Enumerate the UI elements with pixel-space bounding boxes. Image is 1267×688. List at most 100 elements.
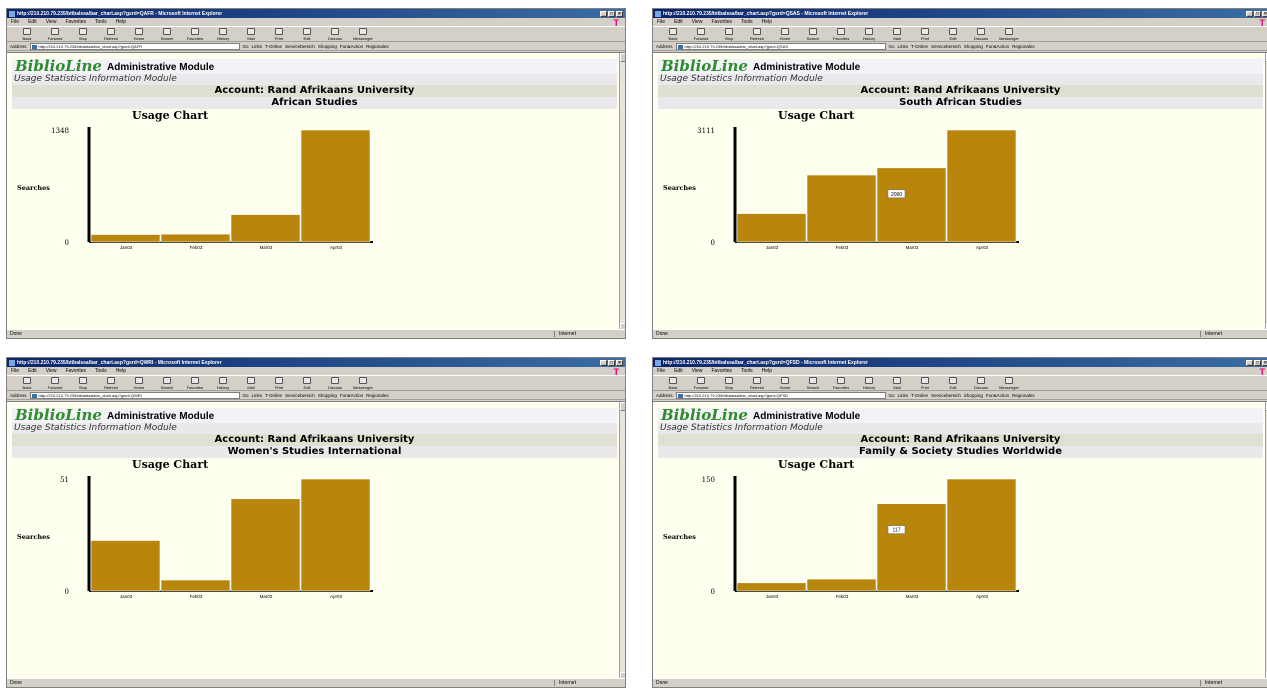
- search-button[interactable]: Search: [153, 376, 181, 390]
- go-button[interactable]: Go: [889, 44, 895, 49]
- print-button[interactable]: Print: [265, 376, 293, 390]
- go-button[interactable]: Go: [243, 393, 249, 398]
- discuss-button[interactable]: Discuss: [321, 27, 349, 41]
- refresh-button[interactable]: Refresh: [743, 27, 771, 41]
- forward-button[interactable]: Forward: [687, 376, 715, 390]
- menu-help[interactable]: Help: [116, 368, 126, 374]
- menu-edit[interactable]: Edit: [674, 19, 683, 25]
- menu-help[interactable]: Help: [762, 368, 772, 374]
- discuss-button[interactable]: Discuss: [967, 376, 995, 390]
- title-bar[interactable]: http://210.210.79.235/bitbalssa/bar_char…: [653, 9, 1267, 18]
- link-regionales[interactable]: Regionales: [366, 393, 389, 398]
- menu-file[interactable]: File: [657, 19, 665, 25]
- stop-button[interactable]: Stop: [715, 376, 743, 390]
- edit-button[interactable]: Edit: [939, 376, 967, 390]
- back-button[interactable]: Back: [13, 376, 41, 390]
- messenger-button[interactable]: Messenger: [349, 376, 377, 390]
- link-fun-action[interactable]: Fun&Action: [340, 44, 363, 49]
- close-button[interactable]: ×: [1262, 359, 1267, 366]
- link-shopping[interactable]: Shopping: [964, 393, 983, 398]
- vertical-scrollbar[interactable]: [619, 53, 625, 332]
- favorites-button[interactable]: Favorites: [827, 27, 855, 41]
- menu-view[interactable]: View: [46, 19, 57, 25]
- title-bar[interactable]: http://210.210.79.235/bitbalssa/bar_char…: [653, 358, 1267, 367]
- link-servicebereich[interactable]: Servicebereich: [931, 44, 961, 49]
- close-button[interactable]: ×: [1262, 10, 1267, 17]
- back-button[interactable]: Back: [659, 376, 687, 390]
- maximize-button[interactable]: □: [608, 359, 615, 366]
- menu-edit[interactable]: Edit: [28, 368, 37, 374]
- minimize-button[interactable]: _: [600, 359, 607, 366]
- edit-button[interactable]: Edit: [939, 27, 967, 41]
- print-button[interactable]: Print: [911, 27, 939, 41]
- home-button[interactable]: Home: [125, 376, 153, 390]
- menu-tools[interactable]: Tools: [95, 368, 107, 374]
- discuss-button[interactable]: Discuss: [967, 27, 995, 41]
- close-button[interactable]: ×: [616, 359, 623, 366]
- menu-favorites[interactable]: Favorites: [711, 368, 732, 374]
- links-label[interactable]: Links: [898, 44, 909, 49]
- favorites-button[interactable]: Favorites: [181, 376, 209, 390]
- minimize-button[interactable]: _: [600, 10, 607, 17]
- mail-button[interactable]: Mail: [883, 27, 911, 41]
- link-regionales[interactable]: Regionales: [1012, 44, 1035, 49]
- refresh-button[interactable]: Refresh: [97, 376, 125, 390]
- menu-tools[interactable]: Tools: [741, 19, 753, 25]
- menu-edit[interactable]: Edit: [28, 19, 37, 25]
- link-regionales[interactable]: Regionales: [366, 44, 389, 49]
- refresh-button[interactable]: Refresh: [743, 376, 771, 390]
- link-fun-action[interactable]: Fun&Action: [340, 393, 363, 398]
- link-shopping[interactable]: Shopping: [318, 393, 337, 398]
- menu-view[interactable]: View: [692, 368, 703, 374]
- forward-button[interactable]: Forward: [41, 27, 69, 41]
- link-t-online[interactable]: T-Online: [911, 393, 928, 398]
- link-t-online[interactable]: T-Online: [265, 44, 282, 49]
- history-button[interactable]: History: [209, 27, 237, 41]
- minimize-button[interactable]: _: [1246, 359, 1253, 366]
- links-label[interactable]: Links: [898, 393, 909, 398]
- history-button[interactable]: History: [855, 27, 883, 41]
- address-input[interactable]: http://210.210.79.235/biblalssa/bar_char…: [675, 391, 886, 399]
- vertical-scrollbar[interactable]: [619, 402, 625, 681]
- edit-button[interactable]: Edit: [293, 376, 321, 390]
- search-button[interactable]: Search: [799, 27, 827, 41]
- home-button[interactable]: Home: [125, 27, 153, 41]
- favorites-button[interactable]: Favorites: [827, 376, 855, 390]
- mail-button[interactable]: Mail: [883, 376, 911, 390]
- close-button[interactable]: ×: [616, 10, 623, 17]
- maximize-button[interactable]: □: [608, 10, 615, 17]
- link-servicebereich[interactable]: Servicebereich: [931, 393, 961, 398]
- link-shopping[interactable]: Shopping: [318, 44, 337, 49]
- link-regionales[interactable]: Regionales: [1012, 393, 1035, 398]
- menu-tools[interactable]: Tools: [95, 19, 107, 25]
- maximize-button[interactable]: □: [1254, 10, 1261, 17]
- messenger-button[interactable]: Messenger: [995, 27, 1023, 41]
- minimize-button[interactable]: _: [1246, 10, 1253, 17]
- home-button[interactable]: Home: [771, 376, 799, 390]
- link-servicebereich[interactable]: Servicebereich: [285, 393, 315, 398]
- menu-help[interactable]: Help: [116, 19, 126, 25]
- links-label[interactable]: Links: [252, 44, 263, 49]
- messenger-button[interactable]: Messenger: [349, 27, 377, 41]
- menu-favorites[interactable]: Favorites: [65, 19, 86, 25]
- menu-tools[interactable]: Tools: [741, 368, 753, 374]
- menu-view[interactable]: View: [46, 368, 57, 374]
- maximize-button[interactable]: □: [1254, 359, 1261, 366]
- link-fun-action[interactable]: Fun&Action: [986, 44, 1009, 49]
- address-input[interactable]: http://210.210.79.235/biblalssa/bar_char…: [675, 42, 886, 50]
- search-button[interactable]: Search: [799, 376, 827, 390]
- menu-help[interactable]: Help: [762, 19, 772, 25]
- edit-button[interactable]: Edit: [293, 27, 321, 41]
- go-button[interactable]: Go: [243, 44, 249, 49]
- address-input[interactable]: http://210.210.79.235/biblalssa/bar_char…: [29, 391, 240, 399]
- refresh-button[interactable]: Refresh: [97, 27, 125, 41]
- go-button[interactable]: Go: [889, 393, 895, 398]
- stop-button[interactable]: Stop: [715, 27, 743, 41]
- mail-button[interactable]: Mail: [237, 376, 265, 390]
- link-servicebereich[interactable]: Servicebereich: [285, 44, 315, 49]
- address-input[interactable]: http://210.210.79.235/biblalssa/bar_char…: [29, 42, 240, 50]
- menu-file[interactable]: File: [11, 368, 19, 374]
- stop-button[interactable]: Stop: [69, 27, 97, 41]
- print-button[interactable]: Print: [265, 27, 293, 41]
- messenger-button[interactable]: Messenger: [995, 376, 1023, 390]
